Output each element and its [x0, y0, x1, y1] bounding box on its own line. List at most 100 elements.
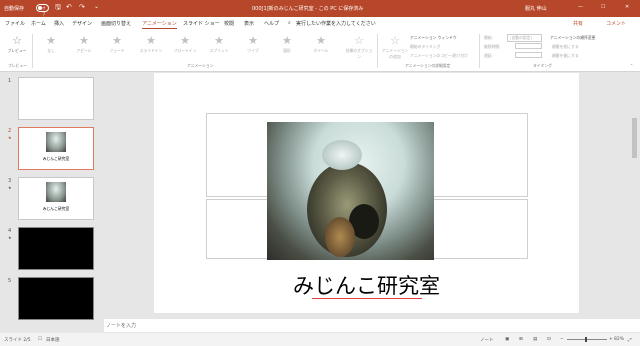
reorder-title: アニメーションの順序変更	[550, 35, 596, 40]
zoom-level[interactable]: 82%	[614, 337, 624, 342]
start-select[interactable]: (自動の設定)	[507, 34, 542, 42]
preview-group-label: プレビュー	[8, 63, 27, 68]
notes-button[interactable]: ノート	[480, 337, 494, 343]
effect-floatin-icon: ★	[180, 34, 190, 47]
tab-transitions[interactable]: 画面切り替え	[101, 20, 131, 27]
share-button[interactable]: 共有	[573, 20, 583, 27]
move-earlier-button[interactable]: 順番を前にする	[552, 44, 579, 50]
animation-group-label: アニメーション	[187, 63, 214, 68]
slide-sorter-icon[interactable]: ⊞	[519, 337, 523, 342]
slide-thumbnail-pane: 1 2 ★ みじんこ研究室 3 ★ みじんこ研究室 4 ★ 5	[0, 73, 104, 334]
tab-view[interactable]: 表示	[244, 20, 254, 27]
effect-none-icon: ★	[46, 34, 56, 47]
slide-thumbnail-3[interactable]: みじんこ研究室	[18, 177, 94, 220]
slideshow-icon[interactable]: ⊡	[547, 337, 551, 342]
window-title: 000[1]新のみじんこ研究室 - この PC に保存済み	[252, 6, 364, 12]
slide-canvas[interactable]: みじんこ研究室	[154, 73, 579, 313]
slide-thumbnail-4[interactable]	[18, 227, 94, 270]
zoom-slider[interactable]	[567, 339, 607, 340]
spellcheck-icon[interactable]: ☐	[38, 337, 42, 342]
close-icon[interactable]: ✕	[625, 4, 629, 10]
tab-design[interactable]: デザイン	[72, 20, 92, 27]
ribbon-divider	[377, 34, 378, 68]
effect-fade-icon: ★	[112, 34, 122, 47]
effect-options-label: 効果のオプション	[345, 48, 373, 59]
effect-appear[interactable]: ★ アピール	[69, 34, 99, 60]
save-icon[interactable]: 🖫	[55, 3, 61, 14]
spellcheck-underline	[312, 298, 422, 299]
slide-thumbnail-5[interactable]	[18, 277, 94, 320]
slide-number: 1	[8, 78, 12, 84]
scrollbar-thumb[interactable]	[632, 118, 637, 158]
effect-shape[interactable]: ★ 図形	[272, 34, 302, 60]
tab-home[interactable]: ホーム	[31, 20, 46, 27]
effect-label: アピール	[76, 48, 92, 53]
slide-number: 5	[8, 278, 12, 284]
preview-button[interactable]: ☆ プレビュー	[2, 34, 32, 60]
normal-view-icon[interactable]: ▣	[505, 337, 509, 342]
undo-icon[interactable]: ↶	[66, 3, 72, 11]
delay-input[interactable]	[515, 52, 542, 58]
title-bar: 自動保存 オフ 🖫 ↶ ↷ ⌄ 000[1]新のみじんこ研究室 - この PC …	[0, 0, 640, 17]
duration-label: 継続時間:	[484, 44, 501, 49]
tab-review[interactable]: 校閲	[224, 20, 234, 27]
effect-label: フェード	[109, 48, 125, 53]
effect-none[interactable]: ★ なし	[36, 34, 66, 60]
fit-slide-icon[interactable]: ⤢	[628, 337, 632, 343]
slide-thumbnail-2[interactable]: みじんこ研究室	[18, 127, 94, 170]
zoom-slider-thumb[interactable]	[585, 337, 587, 342]
slide-title[interactable]: みじんこ研究室	[154, 270, 579, 300]
redo-icon[interactable]: ↷	[79, 3, 85, 11]
duration-input[interactable]	[515, 43, 542, 49]
animation-pane-button[interactable]: アニメーション ウィンドウ	[410, 35, 457, 41]
notes-pane[interactable]: ノートを入力	[104, 319, 640, 332]
effect-options-button[interactable]: ☆ 効果のオプション	[344, 34, 374, 60]
zoom-out-icon[interactable]: −	[560, 337, 564, 342]
minimize-icon[interactable]: —	[578, 4, 583, 10]
menu-bar: ファイル ホーム 挿入 デザイン 画面切り替え アニメーション スライド ショー…	[0, 17, 640, 30]
slide-thumbnail-1[interactable]	[18, 77, 94, 120]
maximize-icon[interactable]: ☐	[601, 4, 605, 10]
tab-help[interactable]: ヘルプ	[264, 20, 279, 27]
trigger-button[interactable]: 開始のタイミング	[410, 44, 440, 50]
effect-fade[interactable]: ★ フェード	[102, 34, 132, 60]
add-animation-label: アニメーションの追加	[381, 48, 409, 59]
slide-counter: スライド 2/5	[4, 338, 31, 343]
user-name[interactable]: 服丸 伸山	[525, 5, 547, 12]
search-icon: ⌕	[288, 20, 291, 26]
notes-placeholder: ノートを入力	[106, 323, 137, 329]
add-animation-button[interactable]: ☆ アニメーションの追加	[380, 34, 410, 60]
customize-icon[interactable]: ⌄	[94, 3, 99, 10]
effect-flyin[interactable]: ★ スライドイン	[136, 34, 166, 60]
daphnia-head	[322, 140, 362, 170]
effect-floatin[interactable]: ★ フロートイン	[170, 34, 200, 60]
autosave-toggle[interactable]: オフ	[36, 4, 49, 16]
comment-button[interactable]: コメント	[606, 20, 626, 27]
language-indicator[interactable]: 日本語	[46, 337, 60, 343]
effect-split-icon: ★	[214, 34, 224, 47]
effect-wheel-icon: ★	[316, 34, 326, 47]
thumbnail-photo	[46, 132, 66, 152]
tab-file[interactable]: ファイル	[5, 20, 25, 27]
thumbnail-photo	[46, 182, 66, 202]
tab-slideshow[interactable]: スライド ショー	[183, 20, 220, 27]
zoom-in-icon[interactable]: +	[609, 337, 613, 342]
thumbnail-title: みじんこ研究室	[42, 206, 70, 211]
collapse-ribbon-icon[interactable]: ⌃	[630, 63, 633, 68]
search-input[interactable]: 実行したい作業を入力してください	[296, 20, 376, 27]
vertical-scrollbar[interactable]	[630, 73, 640, 318]
autosave-label: 自動保存	[4, 6, 25, 12]
tab-insert[interactable]: 挿入	[54, 20, 64, 27]
effect-label: フロートイン	[173, 48, 197, 53]
effect-split[interactable]: ★ スプリット	[204, 34, 234, 60]
daphnia-photo[interactable]	[267, 122, 434, 260]
move-later-button[interactable]: 順番を後にする	[552, 53, 579, 59]
reading-view-icon[interactable]: ▤	[533, 337, 537, 342]
slide-number: 3	[8, 178, 12, 184]
animation-painter-button[interactable]: アニメーションのコピー/貼り付け	[410, 53, 468, 59]
effect-wipe[interactable]: ★ ワイプ	[238, 34, 268, 60]
effect-wheel[interactable]: ★ ホイール	[306, 34, 336, 60]
add-animation-icon: ☆	[390, 34, 400, 47]
tab-animations[interactable]: アニメーション	[142, 20, 177, 29]
ribbon: ☆ プレビュー プレビュー ★ なし ★ アピール ★ フェード ★ スライドイン ★ フ…	[0, 30, 640, 72]
